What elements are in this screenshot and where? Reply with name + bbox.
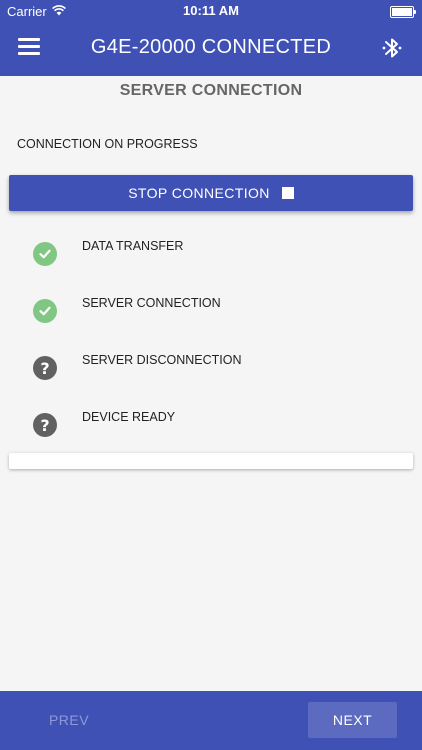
- battery-icon: [390, 6, 416, 18]
- bluetooth-icon[interactable]: [381, 35, 403, 61]
- stop-connection-label: STOP CONNECTION: [128, 185, 270, 201]
- step-label: DATA TRANSFER: [82, 239, 184, 253]
- app-bar: Carrier 10:11 AM G4E-20000 CONNECTED: [0, 0, 422, 76]
- page-title: G4E-20000 CONNECTED: [90, 36, 332, 58]
- connection-status: CONNECTION ON PROGRESS: [17, 137, 198, 151]
- footer-nav: PREV NEXT: [0, 691, 422, 750]
- step-server-connection: SERVER CONNECTION: [0, 287, 422, 327]
- next-button[interactable]: NEXT: [308, 702, 397, 738]
- status-bar: Carrier 10:11 AM: [0, 0, 422, 22]
- check-circle-icon: [33, 299, 57, 323]
- stop-connection-button[interactable]: STOP CONNECTION: [9, 175, 413, 211]
- help-circle-icon: ?: [33, 413, 57, 437]
- step-device-ready: ? DEVICE READY: [0, 401, 422, 441]
- details-card: [9, 453, 413, 469]
- clock: 10:11 AM: [183, 3, 239, 18]
- step-server-disconnection: ? SERVER DISCONNECTION: [0, 344, 422, 384]
- step-data-transfer: DATA TRANSFER: [0, 230, 422, 270]
- step-label: DEVICE READY: [82, 410, 176, 424]
- prev-button[interactable]: PREV: [24, 702, 114, 738]
- check-circle-icon: [33, 242, 57, 266]
- stop-icon: [281, 187, 294, 199]
- help-circle-icon: ?: [33, 356, 57, 380]
- step-label: SERVER DISCONNECTION: [82, 353, 242, 367]
- section-title: SERVER CONNECTION: [119, 82, 303, 99]
- step-label: SERVER CONNECTION: [82, 296, 221, 310]
